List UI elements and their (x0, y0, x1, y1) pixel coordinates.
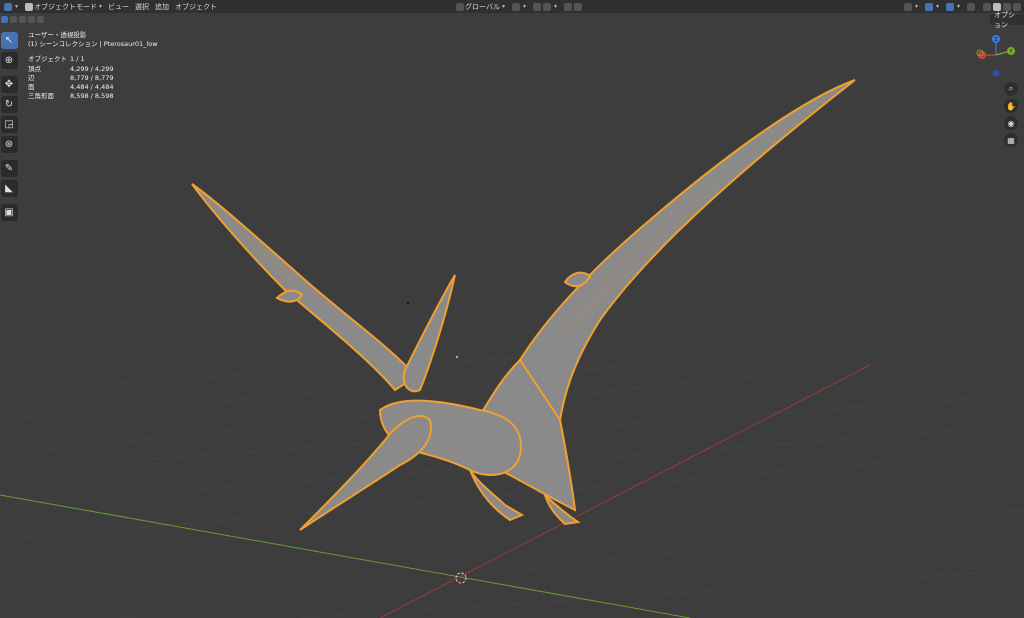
xray-icon (967, 2, 975, 11)
gizmo-neg-z-axis[interactable] (992, 69, 1000, 77)
grid-ortho-icon[interactable]: ▦ (1004, 133, 1018, 147)
mode-dropdown[interactable]: オブジェクトモード ▾ (21, 0, 105, 13)
x-axis-line (379, 364, 871, 618)
proportional-edit-icon (564, 2, 573, 11)
select-intersect-icon[interactable] (37, 15, 44, 23)
add-cube-icon[interactable]: ▣ (0, 204, 18, 221)
select-box-icon[interactable]: ↖ (0, 32, 18, 49)
visibility-dropdown[interactable]: ▾ (900, 0, 921, 13)
select-extend-icon[interactable] (10, 15, 17, 23)
rotate-icon[interactable]: ↻ (0, 96, 18, 113)
scene-statistics: オブジェクト 1 / 1 頂点 4,299 / 4,299 辺 8,779 / 8,7… (28, 55, 158, 101)
pterosaur-mesh[interactable] (191, 79, 856, 531)
navigation-gizmo[interactable]: Z Y X (974, 30, 1024, 90)
viewport-header: ▾ オブジェクトモード ▾ ビュー 選択 追加 オブジェクト グローバル ▾ ▾… (0, 0, 1024, 13)
scale-icon[interactable]: ◲ (0, 116, 18, 133)
menu-view[interactable]: ビュー (105, 0, 132, 13)
object-origin (455, 355, 459, 359)
menu-add[interactable]: 追加 (152, 0, 172, 13)
transform-orientation-dropdown[interactable]: グローバル ▾ (452, 0, 508, 13)
svg-text:Z: Z (994, 37, 998, 43)
menu-select[interactable]: 選択 (132, 0, 152, 13)
gizmo-icon (924, 2, 933, 11)
move-icon[interactable]: ✥ (0, 76, 18, 93)
magnet-icon (533, 2, 541, 11)
camera-icon[interactable]: ◉ (1004, 116, 1018, 130)
mode-label: オブジェクトモード (34, 2, 98, 11)
overlay-toggle[interactable]: ▾ (942, 0, 963, 13)
transform-icon[interactable]: ⊛ (0, 136, 18, 153)
snap-toggle[interactable]: ▾ (529, 0, 560, 13)
pivot-dropdown[interactable]: ▾ (508, 0, 529, 13)
gizmo-toggle[interactable]: ▾ (921, 0, 942, 13)
view-name: ユーザー・透視投影 (28, 31, 87, 39)
object-mode-icon (25, 2, 34, 11)
collection-line: (1) シーンコレクション | Pterosaur01_low (28, 40, 158, 49)
viewport-text-info: ユーザー・透視投影 (1) シーンコレクション | Pterosaur01_lo… (28, 31, 158, 101)
select-new-icon[interactable] (1, 15, 8, 23)
annotate-icon[interactable]: ✎ (0, 160, 18, 177)
stat-edges: 辺 8,779 / 8,779 (28, 73, 114, 82)
select-invert-icon[interactable] (28, 15, 35, 23)
stat-vertices: 頂点 4,299 / 4,299 (28, 64, 114, 73)
options-tab[interactable]: オプション (990, 11, 1024, 29)
editor-type-button[interactable]: ▾ (0, 0, 21, 13)
falloff-icon (574, 2, 583, 11)
y-axis-line (0, 494, 691, 618)
pivot-icon (511, 2, 520, 11)
navigation-controls: ⌕ ✋ ◉ ▦ (1004, 82, 1018, 150)
snap-target-icon (543, 2, 551, 11)
orientation-icon (456, 2, 465, 11)
eye-icon (903, 2, 912, 11)
light-dot (406, 301, 410, 305)
xray-toggle[interactable] (963, 0, 979, 13)
select-subtract-icon[interactable] (19, 15, 26, 23)
zoom-icon[interactable]: ⌕ (1004, 82, 1018, 96)
selection-mode-bar (0, 13, 45, 25)
viewport-editor-icon (4, 2, 12, 11)
tool-shelf: ↖ ⊕ ✥ ↻ ◲ ⊛ ✎ ◣ ▣ (0, 32, 18, 224)
stat-triangles: 三角形面 8,598 / 8,598 (28, 92, 114, 101)
overlay-icon (945, 2, 954, 11)
stat-faces: 面 4,484 / 4,484 (28, 83, 114, 92)
measure-icon[interactable]: ◣ (0, 180, 18, 197)
stat-objects: オブジェクト 1 / 1 (28, 55, 85, 64)
hand-pan-icon[interactable]: ✋ (1004, 99, 1018, 113)
wireframe-shading-icon[interactable] (983, 2, 991, 11)
cursor-icon[interactable]: ⊕ (0, 52, 18, 69)
proportional-edit-toggle[interactable] (560, 0, 586, 13)
menu-object[interactable]: オブジェクト (172, 0, 220, 13)
